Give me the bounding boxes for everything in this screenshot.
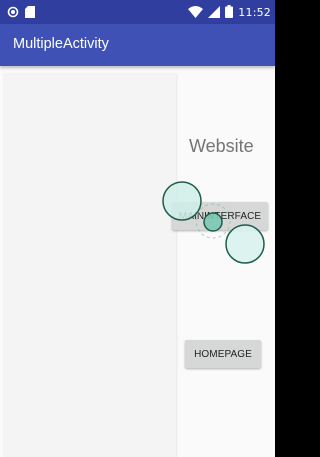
phone-screen: 11:52 MultipleActivity Website MAININTER… bbox=[0, 0, 275, 457]
status-left-icons bbox=[7, 5, 35, 19]
main-interface-button[interactable]: MAININTERFACE bbox=[172, 202, 268, 230]
drawer-panel[interactable] bbox=[3, 74, 176, 457]
app-bar: MultipleActivity bbox=[0, 24, 275, 66]
battery-icon bbox=[225, 3, 234, 22]
content-area: Website MAININTERFACE HOMEPAGE bbox=[0, 66, 275, 457]
status-right-icons: 11:52 bbox=[188, 4, 271, 20]
status-bar: 11:52 bbox=[0, 0, 275, 24]
wifi-icon bbox=[188, 3, 204, 22]
app-title: MultipleActivity bbox=[13, 36, 109, 52]
website-heading: Website bbox=[189, 136, 254, 156]
status-time: 11:52 bbox=[238, 5, 271, 19]
sd-card-icon bbox=[25, 3, 35, 22]
notification-circle-icon bbox=[7, 3, 19, 22]
homepage-button[interactable]: HOMEPAGE bbox=[185, 340, 261, 368]
cellular-signal-icon bbox=[208, 3, 221, 22]
